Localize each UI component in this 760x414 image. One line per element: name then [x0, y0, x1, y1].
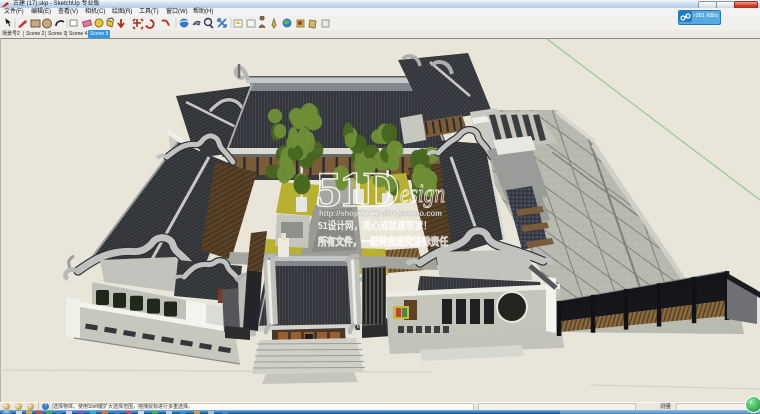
svg-text:所有文件，一经转卖追究法律责任: 所有文件，一经转卖追究法律责任 [318, 235, 448, 248]
svg-text:http://shop127114690.taobao.co: http://shop127114690.taobao.com [319, 209, 442, 218]
svg-text:esign: esign [400, 179, 445, 208]
svg-text:51设计网，用心成就建筑梦！: 51设计网，用心成就建筑梦！ [318, 219, 432, 232]
